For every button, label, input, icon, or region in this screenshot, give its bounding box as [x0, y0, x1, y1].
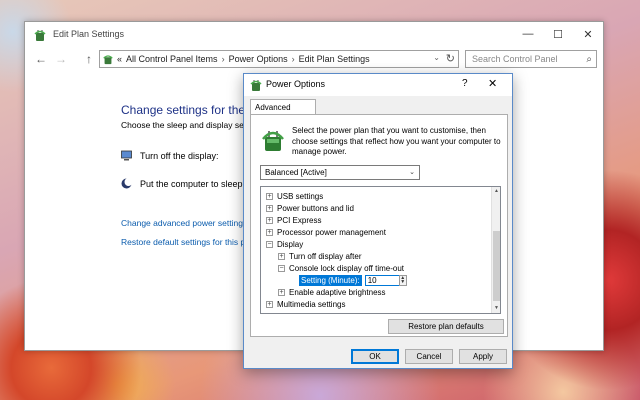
navigation-bar: ← → ↑ « All Control Panel Items › Power …: [25, 48, 603, 70]
address-bar[interactable]: « All Control Panel Items › Power Option…: [99, 50, 459, 68]
window-title: Edit Plan Settings: [53, 29, 125, 39]
expand-icon[interactable]: +: [278, 252, 285, 260]
tree-item-console-lock[interactable]: − Console lock display off time-out: [278, 262, 404, 274]
change-advanced-settings-link[interactable]: Change advanced power settings: [121, 218, 247, 228]
power-plan-select[interactable]: Balanced [Active] ⌄: [260, 165, 420, 180]
expand-icon[interactable]: +: [266, 192, 273, 200]
monitor-icon: [121, 150, 132, 161]
tree-item-adaptive-brightness[interactable]: + Enable adaptive brightness: [278, 286, 386, 298]
cancel-button[interactable]: Cancel: [405, 349, 453, 364]
tree-item-label: Power buttons and lid: [277, 203, 354, 213]
setting-minute-label: Setting (Minute):: [299, 274, 362, 286]
power-options-icon: [250, 80, 262, 91]
expand-icon[interactable]: +: [266, 300, 273, 308]
expand-icon[interactable]: +: [266, 228, 273, 236]
tree-item-label: Display: [277, 239, 304, 249]
help-button[interactable]: ?: [462, 78, 468, 89]
maximize-button[interactable]: ☐: [543, 22, 573, 46]
tree-item-label: Console lock display off time-out: [289, 263, 405, 273]
restore-defaults-link[interactable]: Restore default settings for this pla: [121, 237, 252, 247]
refresh-icon[interactable]: ↻: [446, 52, 455, 65]
moon-icon: [121, 178, 132, 189]
expand-icon[interactable]: +: [266, 216, 273, 224]
restore-plan-defaults-button[interactable]: Restore plan defaults: [388, 319, 504, 334]
expand-icon[interactable]: +: [278, 288, 285, 296]
plan-description: Select the power plan that you want to c…: [292, 126, 501, 156]
sleep-row: Put the computer to sleep:: [121, 178, 245, 189]
collapse-icon[interactable]: −: [266, 240, 273, 248]
tab-advanced-settings[interactable]: Advanced settings: [250, 99, 316, 127]
advanced-settings-panel: Select the power plan that you want to c…: [250, 114, 508, 337]
dialog-close-button[interactable]: ✕: [488, 77, 497, 90]
power-options-dialog: Power Options ? ✕ Advanced settings Sele…: [243, 73, 513, 369]
tree-item-pci-express[interactable]: + PCI Express: [266, 214, 321, 226]
stepper-down-icon[interactable]: ▼: [400, 280, 406, 285]
breadcrumb-all-items[interactable]: All Control Panel Items: [126, 54, 218, 64]
minimize-button[interactable]: —: [513, 22, 543, 46]
scroll-up-icon[interactable]: ▲: [492, 187, 500, 196]
expand-icon[interactable]: +: [266, 204, 273, 212]
forward-arrow-icon[interactable]: →: [53, 51, 69, 67]
scroll-down-icon[interactable]: ▼: [492, 304, 500, 313]
tree-item-display[interactable]: − Display: [266, 238, 303, 250]
breadcrumb-separator-icon: ›: [221, 54, 225, 64]
tree-item-power-buttons[interactable]: + Power buttons and lid: [266, 202, 354, 214]
breadcrumb-edit-plan[interactable]: Edit Plan Settings: [299, 54, 370, 64]
tree-item-setting-minute[interactable]: Setting (Minute): 10 ▲ ▼: [299, 274, 407, 286]
sleep-label: Put the computer to sleep:: [140, 178, 246, 189]
apply-button[interactable]: Apply: [459, 349, 507, 364]
collapse-icon[interactable]: −: [278, 264, 285, 272]
page-subtitle: Choose the sleep and display setti: [121, 120, 251, 130]
up-arrow-icon[interactable]: ↑: [81, 51, 97, 67]
tree-item-label: USB settings: [277, 191, 324, 201]
tree-item-label: Multimedia settings: [277, 299, 346, 309]
address-prefix: «: [117, 54, 123, 64]
settings-tree[interactable]: + USB settings + Power buttons and lid +…: [260, 186, 501, 314]
breadcrumb-power-options[interactable]: Power Options: [229, 54, 288, 64]
control-panel-icon: [103, 55, 113, 65]
title-bar[interactable]: Edit Plan Settings — ☐ ✕: [25, 22, 603, 48]
selected-plan: Balanced [Active]: [265, 168, 327, 177]
power-options-icon: [34, 30, 46, 41]
chevron-down-icon: ⌄: [409, 169, 415, 176]
search-icon[interactable]: ⌕: [586, 52, 592, 68]
vertical-scrollbar[interactable]: ▲ ▼: [491, 187, 500, 313]
scroll-thumb[interactable]: [493, 231, 500, 301]
chevron-down-icon[interactable]: ⌄: [433, 53, 440, 62]
search-placeholder: Search Control Panel: [472, 54, 558, 64]
tree-item-turn-off-display[interactable]: + Turn off display after: [278, 250, 361, 262]
minute-stepper[interactable]: 10 ▲ ▼: [364, 274, 407, 286]
tree-item-usb[interactable]: + USB settings: [266, 190, 323, 202]
turn-off-display-label: Turn off the display:: [140, 150, 219, 161]
search-input[interactable]: Search Control Panel ⌕: [465, 50, 597, 68]
close-button[interactable]: ✕: [573, 22, 603, 46]
tree-item-label: Processor power management: [277, 227, 386, 237]
ok-button[interactable]: OK: [351, 349, 399, 364]
tree-item-label: PCI Express: [277, 215, 322, 225]
tree-item-label: Turn off display after: [289, 251, 362, 261]
display-off-row: Turn off the display:: [121, 150, 219, 161]
dialog-title-bar[interactable]: Power Options ? ✕: [244, 74, 512, 96]
breadcrumb-separator-icon: ›: [291, 54, 295, 64]
tree-item-label: Enable adaptive brightness: [289, 287, 386, 297]
minute-value[interactable]: 10: [368, 276, 377, 285]
back-arrow-icon[interactable]: ←: [33, 51, 49, 67]
tree-item-processor[interactable]: + Processor power management: [266, 226, 386, 238]
dialog-title: Power Options: [266, 79, 326, 89]
power-plan-icon: [262, 131, 284, 151]
tree-item-multimedia[interactable]: + Multimedia settings: [266, 298, 345, 310]
